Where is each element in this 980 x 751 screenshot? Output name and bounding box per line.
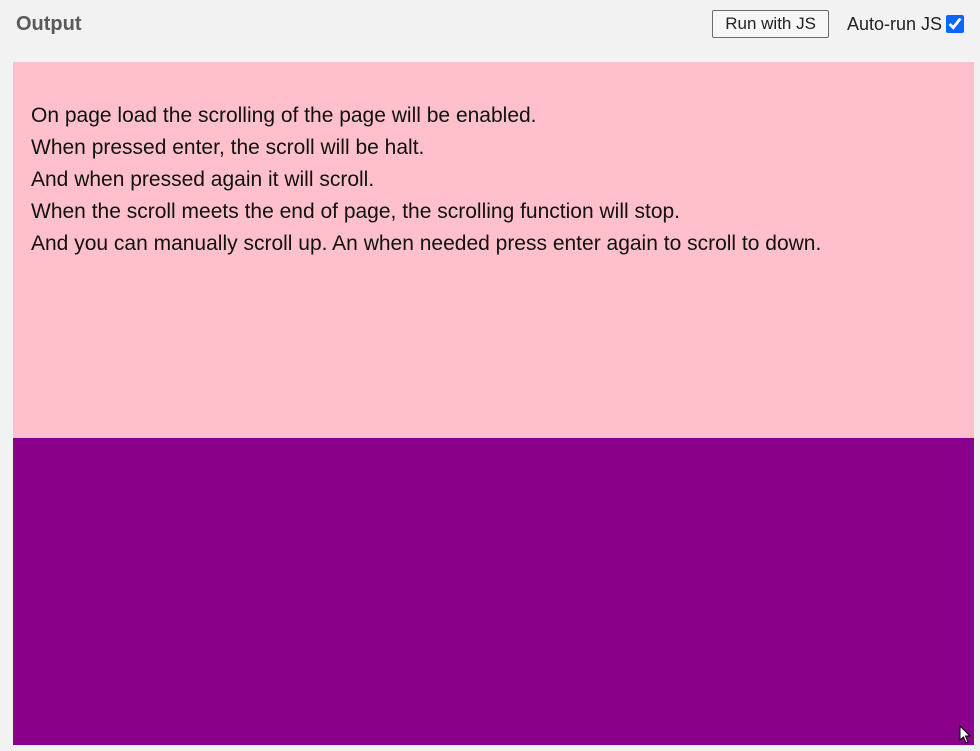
pink-panel: On page load the scrolling of the page w… — [13, 62, 974, 438]
output-scroll-area[interactable]: On page load the scrolling of the page w… — [13, 62, 974, 745]
instruction-line: And when pressed again it will scroll. — [31, 164, 956, 196]
instruction-line: And you can manually scroll up. An when … — [31, 228, 956, 260]
output-title: Output — [16, 13, 82, 36]
purple-panel — [13, 438, 974, 745]
run-with-js-button[interactable]: Run with JS — [712, 10, 829, 38]
instruction-line: When pressed enter, the scroll will be h… — [31, 132, 956, 164]
autorun-js-checkbox[interactable] — [946, 15, 964, 33]
autorun-js-label: Auto-run JS — [847, 14, 942, 35]
output-header-bar: Output Run with JS Auto-run JS — [0, 0, 980, 52]
instruction-text: On page load the scrolling of the page w… — [31, 100, 956, 260]
instruction-line: When the scroll meets the end of page, t… — [31, 196, 956, 228]
instruction-line: On page load the scrolling of the page w… — [31, 100, 956, 132]
